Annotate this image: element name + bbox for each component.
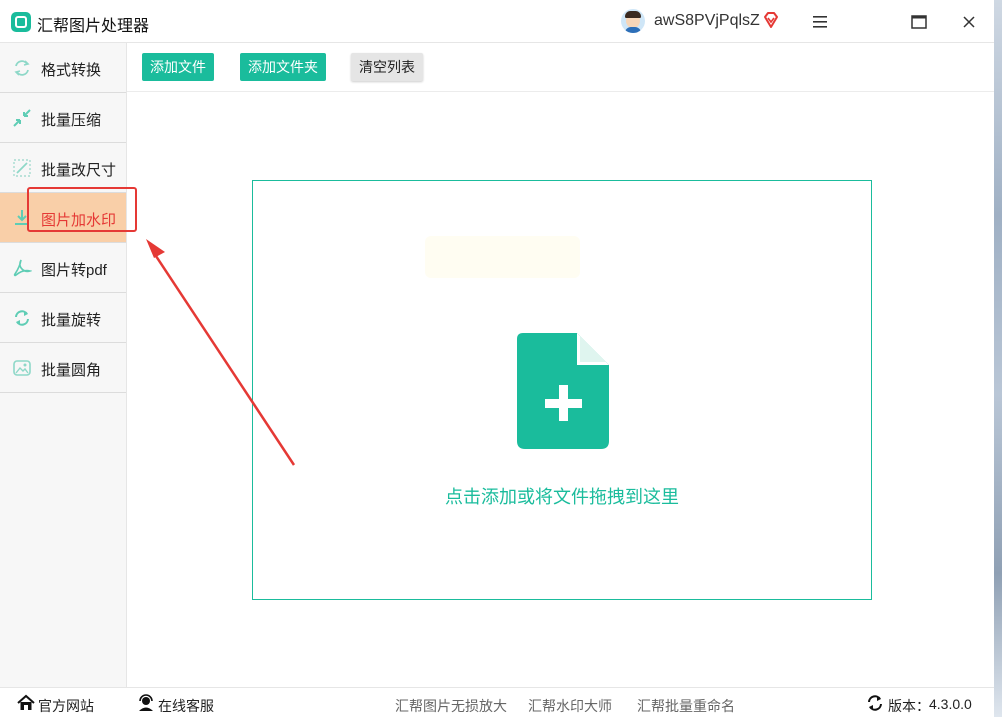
sidebar-item-label: 格式转换 xyxy=(41,62,102,79)
sidebar-item-round-corner[interactable]: 批量圆角 xyxy=(0,343,126,393)
close-icon xyxy=(963,16,975,28)
app-logo-icon xyxy=(11,12,31,32)
compress-icon xyxy=(13,109,31,127)
sidebar-item-resize[interactable]: 批量改尺寸 xyxy=(0,143,126,193)
title-bar: 汇帮图片处理器 awS8PVjPqlsZ xyxy=(0,0,994,43)
annotation-highlight-box xyxy=(27,187,137,232)
sidebar: 格式转换 批量压缩 批量改尺寸 图片加水印 图片转pdf 批量旋转 批量圆角 xyxy=(0,43,127,687)
pdf-icon xyxy=(13,259,32,277)
add-file-button[interactable]: 添加文件 xyxy=(142,53,214,81)
sidebar-item-label: 批量旋转 xyxy=(41,312,102,329)
refresh-icon[interactable] xyxy=(866,694,884,712)
sidebar-item-label: 图片转pdf xyxy=(41,262,107,279)
close-button[interactable] xyxy=(955,8,983,36)
sidebar-item-pdf[interactable]: 图片转pdf xyxy=(0,243,126,293)
menu-button[interactable] xyxy=(806,8,834,36)
round-corner-icon xyxy=(13,360,31,376)
drop-hint: 点击添加或将文件拖拽到这里 xyxy=(445,487,679,507)
link-watermark-master[interactable]: 汇帮水印大师 xyxy=(528,696,612,716)
hamburger-icon xyxy=(813,16,827,28)
format-convert-icon xyxy=(14,60,30,76)
version-label: 版本： xyxy=(888,698,930,714)
vip-diamond-icon[interactable] xyxy=(762,11,780,29)
online-support-link[interactable]: 在线客服 xyxy=(158,696,214,716)
rotate-icon xyxy=(15,310,29,326)
add-file-icon xyxy=(517,333,609,449)
link-lossless-upscale[interactable]: 汇帮图片无损放大 xyxy=(395,696,507,716)
sidebar-item-label: 批量改尺寸 xyxy=(41,162,117,179)
link-batch-rename[interactable]: 汇帮批量重命名 xyxy=(637,696,735,716)
background-desktop-strip xyxy=(994,0,1002,717)
status-bar: 官方网站 在线客服 汇帮图片无损放大 汇帮水印大师 汇帮批量重命名 版本： 4.… xyxy=(0,687,994,717)
app-title: 汇帮图片处理器 xyxy=(37,18,150,35)
sidebar-item-rotate[interactable]: 批量旋转 xyxy=(0,293,126,343)
sidebar-item-format-convert[interactable]: 格式转换 xyxy=(0,43,126,93)
resize-icon xyxy=(13,159,31,177)
sidebar-item-label: 批量压缩 xyxy=(41,112,102,129)
toolbar: 添加文件 添加文件夹 清空列表 xyxy=(127,43,994,92)
version-number: 4.3.0.0 xyxy=(929,696,972,712)
file-drop-zone[interactable]: 点击添加或将文件拖拽到这里 xyxy=(252,180,872,600)
avatar[interactable] xyxy=(621,9,645,33)
username[interactable]: awS8PVjPqlsZ xyxy=(654,12,760,30)
add-folder-button[interactable]: 添加文件夹 xyxy=(240,53,326,81)
maximize-icon xyxy=(911,15,927,29)
maximize-button[interactable] xyxy=(905,8,933,36)
clear-list-button[interactable]: 清空列表 xyxy=(351,53,423,81)
sidebar-item-label: 批量圆角 xyxy=(41,362,102,379)
home-icon xyxy=(17,694,35,710)
customer-service-icon xyxy=(139,694,153,711)
official-website-link[interactable]: 官方网站 xyxy=(38,696,94,716)
sidebar-item-compress[interactable]: 批量压缩 xyxy=(0,93,126,143)
